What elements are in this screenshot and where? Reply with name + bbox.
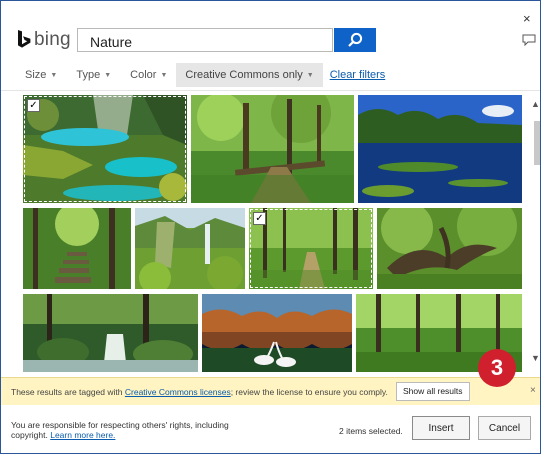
insert-button[interactable]: Insert — [412, 416, 470, 440]
chevron-down-icon: ▼ — [104, 71, 112, 79]
chevron-down-icon: ▼ — [306, 71, 314, 79]
result-image-autumn-lake-swans[interactable] — [202, 294, 352, 372]
color-filter[interactable]: Color ▼ — [130, 69, 167, 81]
license-notice-bar: These results are tagged with Creative C… — [1, 377, 540, 406]
license-filter[interactable]: Creative Commons only ▼ — [176, 63, 323, 87]
license-notice-text: These results are tagged with Creative C… — [11, 387, 388, 397]
search-icon — [348, 32, 363, 47]
bing-b-icon — [18, 30, 31, 48]
filter-bar: Size ▼ Type ▼ Color ▼ Creative Commons only… — [25, 62, 385, 88]
chevron-down-icon: ▼ — [50, 71, 58, 79]
dialog-footer: You are responsible for respecting other… — [1, 405, 540, 453]
bing-wordmark: bing — [34, 29, 71, 50]
step-number-badge: 3 — [478, 349, 516, 387]
result-image-tree-lined-path[interactable]: ✓ — [249, 208, 373, 289]
chevron-down-icon: ▼ — [160, 71, 168, 79]
show-all-results-button[interactable]: Show all results — [396, 382, 470, 401]
result-image-stone-steps[interactable] — [23, 208, 131, 289]
result-image-forest-path-log[interactable] — [191, 95, 354, 203]
search-input[interactable]: Nature — [77, 28, 333, 52]
close-dialog-button[interactable]: × — [523, 11, 531, 26]
close-notice-icon[interactable]: × — [530, 385, 536, 396]
image-results-grid: ✓ ✓ — [1, 91, 529, 373]
selected-checkbox[interactable]: ✓ — [253, 212, 266, 225]
result-image-twisted-tree[interactable] — [377, 208, 522, 289]
selected-checkbox[interactable]: ✓ — [27, 99, 40, 112]
creative-commons-link[interactable]: Creative Commons licenses — [125, 387, 231, 397]
learn-more-link[interactable]: Learn more here. — [50, 430, 115, 440]
selected-count: 2 items selected. — [339, 426, 403, 436]
scroll-up-icon[interactable]: ▲ — [531, 99, 540, 109]
scroll-down-icon[interactable]: ▼ — [531, 353, 540, 363]
result-image-green-canyon[interactable] — [135, 208, 245, 289]
type-filter[interactable]: Type ▼ — [76, 69, 111, 81]
bing-logo: bing — [17, 29, 71, 51]
result-image-forest-pond[interactable] — [358, 95, 522, 203]
search-button[interactable] — [334, 28, 376, 52]
results-scrollbar[interactable]: ▲ ▼ — [531, 99, 540, 371]
feedback-icon[interactable] — [522, 34, 536, 46]
copyright-notice: You are responsible for respecting other… — [11, 420, 229, 440]
insert-pictures-dialog: × bing Nature Size ▼ Type ▼ Color ▼ Creativ… — [0, 0, 541, 454]
clear-filters-link[interactable]: Clear filters — [330, 69, 386, 81]
size-filter[interactable]: Size ▼ — [25, 69, 57, 81]
result-image-mossy-stream[interactable] — [23, 294, 198, 372]
result-image-turquoise-lakes[interactable]: ✓ — [23, 95, 187, 203]
scrollbar-thumb[interactable] — [534, 121, 540, 165]
cancel-button[interactable]: Cancel — [478, 416, 531, 440]
